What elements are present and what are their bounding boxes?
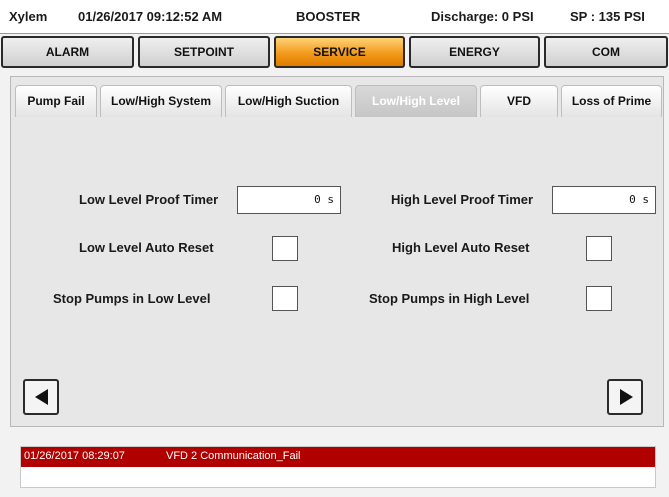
stop-pumps-high-level-checkbox[interactable] xyxy=(586,286,612,311)
tab-vfd[interactable]: VFD xyxy=(480,85,558,117)
mode-label: BOOSTER xyxy=(296,9,361,24)
low-level-proof-timer-field[interactable]: 0 s xyxy=(237,186,341,214)
tab-low-high-system[interactable]: Low/High System xyxy=(100,85,222,117)
service-panel: Pump Fail Low/High System Low/High Sucti… xyxy=(10,76,664,427)
nav-energy-button[interactable]: ENERGY xyxy=(409,36,540,68)
triangle-left-icon xyxy=(35,389,48,405)
nav-alarm-button[interactable]: ALARM xyxy=(1,36,134,68)
setpoint-readout: SP : 135 PSI xyxy=(570,9,645,24)
nav-setpoint-button[interactable]: SETPOINT xyxy=(138,36,270,68)
stop-pumps-low-level-label: Stop Pumps in Low Level xyxy=(53,291,211,306)
high-level-proof-timer-field[interactable]: 0 s xyxy=(552,186,656,214)
high-level-auto-reset-checkbox[interactable] xyxy=(586,236,612,261)
high-level-proof-timer-label: High Level Proof Timer xyxy=(391,192,534,207)
alarm-row[interactable]: 01/26/2017 08:29:07 VFD 2 Communication_… xyxy=(21,447,655,467)
high-level-auto-reset-label: High Level Auto Reset xyxy=(392,240,530,255)
status-bar: Xylem 01/26/2017 09:12:52 AM BOOSTER Dis… xyxy=(0,0,669,34)
low-level-proof-timer-label: Low Level Proof Timer xyxy=(79,192,219,207)
low-level-auto-reset-label: Low Level Auto Reset xyxy=(79,240,214,255)
previous-page-button[interactable] xyxy=(23,379,59,415)
triangle-right-icon xyxy=(620,389,633,405)
tab-loss-of-prime[interactable]: Loss of Prime xyxy=(561,85,662,117)
discharge-readout: Discharge: 0 PSI xyxy=(431,9,534,24)
stop-pumps-high-level-label: Stop Pumps in High Level xyxy=(369,291,530,306)
main-nav: ALARM SETPOINT SERVICE ENERGY COM xyxy=(0,36,669,70)
next-page-button[interactable] xyxy=(607,379,643,415)
tab-low-high-suction[interactable]: Low/High Suction xyxy=(225,85,352,117)
alarm-timestamp: 01/26/2017 08:29:07 xyxy=(24,450,125,462)
low-level-auto-reset-checkbox[interactable] xyxy=(272,236,298,261)
stop-pumps-low-level-checkbox[interactable] xyxy=(272,286,298,311)
nav-com-button[interactable]: COM xyxy=(544,36,668,68)
brand-label: Xylem xyxy=(9,9,48,24)
tab-low-high-level[interactable]: Low/High Level xyxy=(355,85,477,117)
alarm-message: VFD 2 Communication_Fail xyxy=(166,450,301,462)
nav-service-button[interactable]: SERVICE xyxy=(274,36,405,68)
tab-pump-fail[interactable]: Pump Fail xyxy=(15,85,97,117)
alarm-log[interactable]: 01/26/2017 08:29:07 VFD 2 Communication_… xyxy=(20,446,656,488)
datetime-readout: 01/26/2017 09:12:52 AM xyxy=(78,9,223,24)
